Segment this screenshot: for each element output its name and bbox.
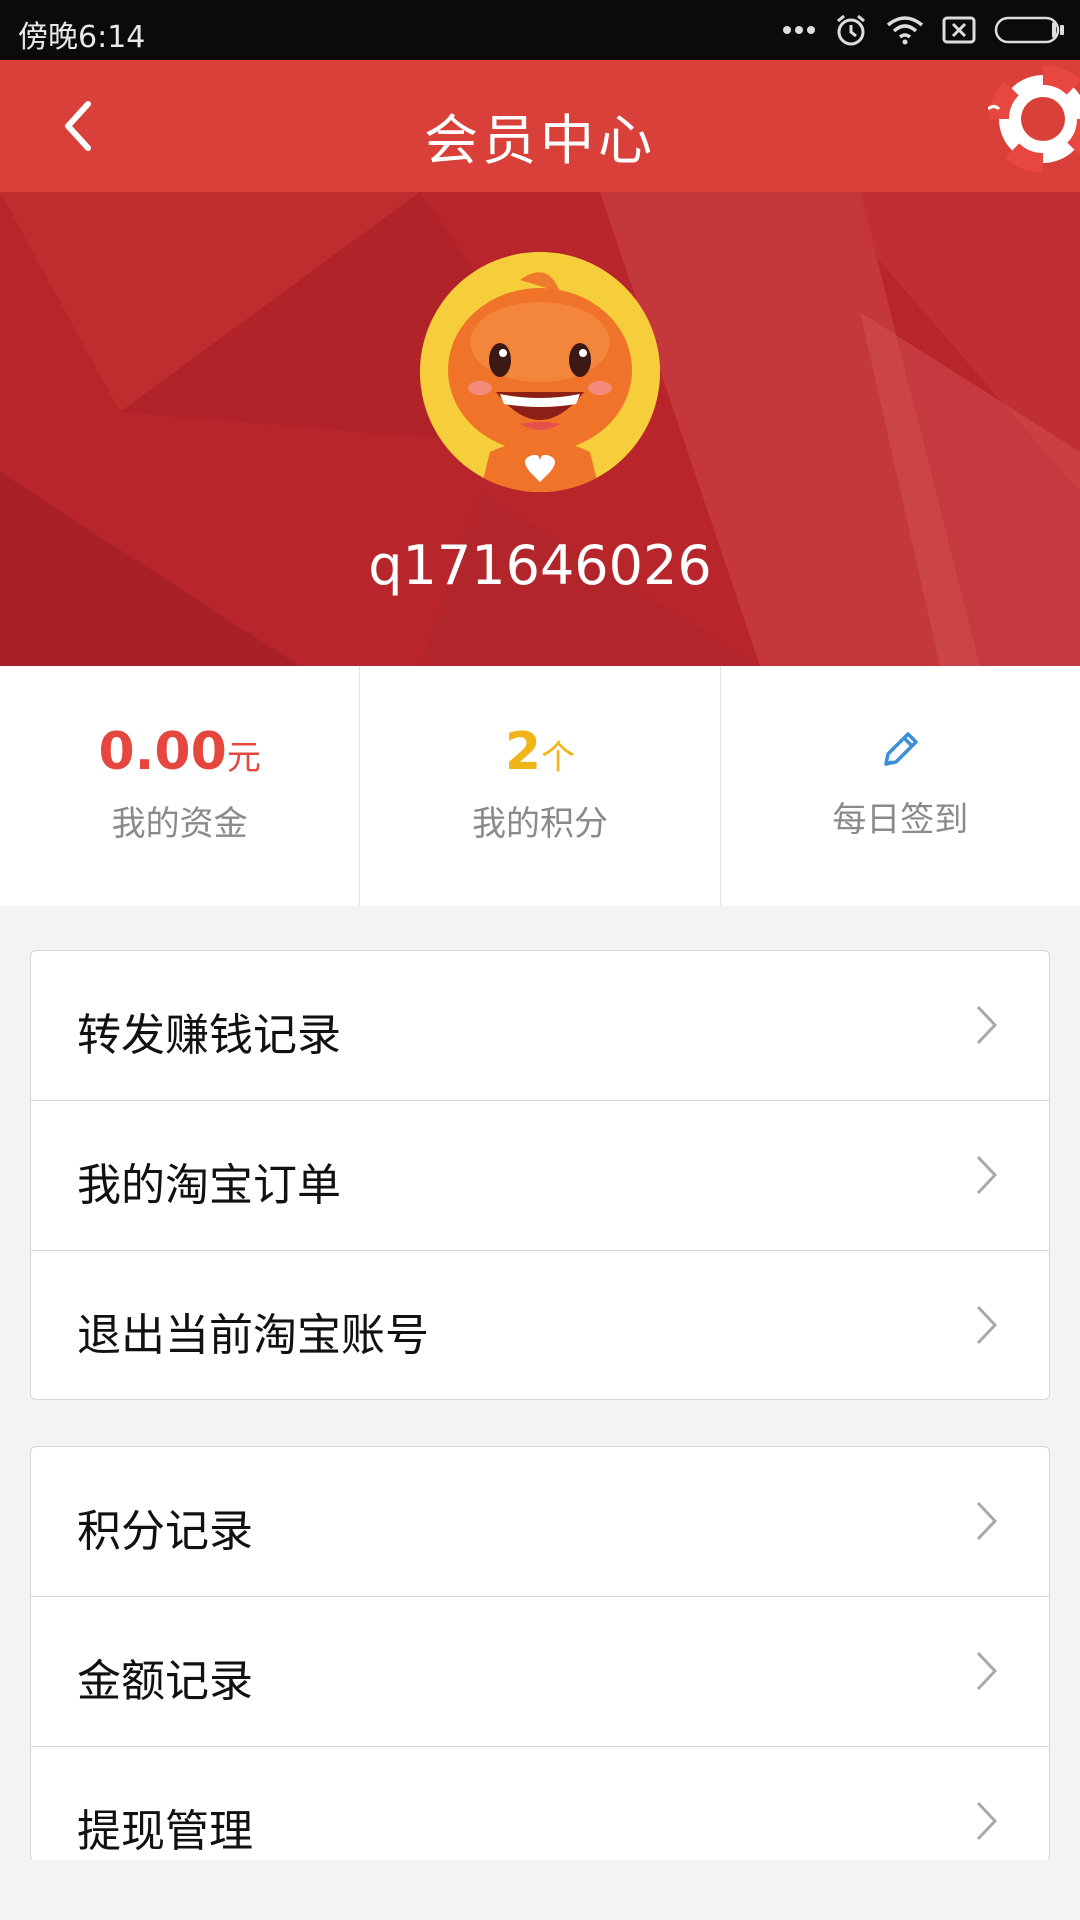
stat-funds[interactable]: 0.00元 我的资金	[0, 666, 361, 906]
chevron-right-icon	[976, 1305, 998, 1345]
profile-banner: q171646026	[0, 192, 1080, 666]
signin-label: 每日签到	[832, 800, 969, 840]
menu-item-label: 转发赚钱记录	[77, 1010, 341, 1061]
no-sim-icon	[942, 16, 976, 44]
lifebuoy-icon	[987, 65, 1080, 173]
funds-value: 0.00元	[0, 722, 359, 782]
menu-item-amount-records[interactable]: 金额记录	[31, 1597, 1049, 1747]
pencil-icon	[884, 732, 919, 766]
avatar[interactable]	[420, 252, 660, 492]
chevron-right-icon	[976, 1005, 998, 1045]
bottom-area	[0, 1860, 1080, 1920]
points-value: 2个	[360, 722, 719, 782]
menu-item-label: 提现管理	[77, 1806, 253, 1857]
mascot-avatar-icon	[420, 252, 660, 492]
chevron-right-icon	[976, 1501, 998, 1541]
menu-item-share-earnings[interactable]: 转发赚钱记录	[31, 951, 1049, 1101]
funds-amount: 0.00	[98, 722, 227, 782]
stat-daily-signin[interactable]: 每日签到	[721, 666, 1080, 906]
more-dots-icon	[783, 26, 815, 34]
menu-group-1: 转发赚钱记录 我的淘宝订单 退出当前淘宝账号	[30, 950, 1050, 1400]
menu-item-logout-taobao[interactable]: 退出当前淘宝账号	[31, 1251, 1049, 1399]
page-title: 会员中心	[424, 109, 656, 172]
status-time: 傍晚6:14	[18, 20, 146, 55]
menu-item-label: 积分记录	[77, 1506, 253, 1557]
alarm-icon	[837, 14, 865, 46]
menu-item-label: 退出当前淘宝账号	[77, 1310, 429, 1361]
menu-item-withdraw-management[interactable]: 提现管理	[31, 1747, 1049, 1861]
menu-group-2: 积分记录 金额记录 提现管理	[30, 1446, 1050, 1862]
chevron-right-icon	[976, 1801, 998, 1841]
points-amount: 2	[504, 722, 542, 782]
status-icons	[782, 10, 1066, 50]
stats-row: 0.00元 我的资金 2个 我的积分 每日签到	[0, 666, 1080, 906]
points-unit: 个	[541, 738, 576, 778]
funds-unit: 元	[226, 738, 261, 778]
menu-item-points-records[interactable]: 积分记录	[31, 1447, 1049, 1597]
title-bar: 会员中心	[0, 60, 1080, 192]
funds-label: 我的资金	[111, 804, 248, 844]
chevron-right-icon	[976, 1155, 998, 1195]
battery-icon	[994, 16, 1064, 44]
username: q171646026	[368, 534, 712, 597]
help-button[interactable]	[987, 64, 1080, 174]
points-label: 我的积分	[471, 804, 608, 844]
status-bar: 傍晚6:14	[0, 0, 1080, 60]
wifi-icon	[886, 16, 924, 45]
menu-item-taobao-orders[interactable]: 我的淘宝订单	[31, 1101, 1049, 1251]
menu-item-label: 我的淘宝订单	[77, 1160, 341, 1211]
menu-item-label: 金额记录	[77, 1656, 253, 1707]
stat-points[interactable]: 2个 我的积分	[360, 666, 721, 906]
chevron-right-icon	[976, 1651, 998, 1691]
